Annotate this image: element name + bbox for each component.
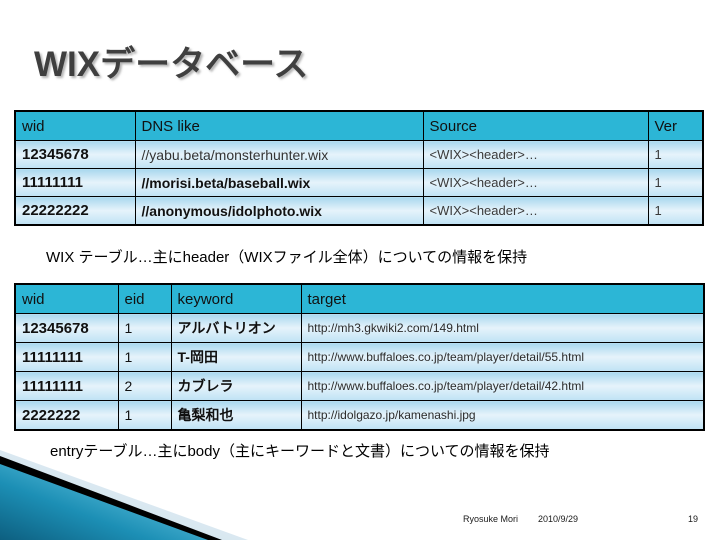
- cell-dns-like: //anonymous/idolphoto.wix: [134, 196, 424, 226]
- cell-keyword: カブレラ: [170, 371, 302, 401]
- column-header-dns-like: DNS like: [134, 110, 424, 141]
- cell-eid: 1: [117, 400, 172, 431]
- slide-corner-decoration: [0, 450, 330, 540]
- cell-target: http://www.buffaloes.co.jp/team/player/d…: [300, 342, 705, 372]
- cell-wid: 11111111: [14, 168, 136, 197]
- wix-table: wid DNS like Source Ver 12345678 //yabu.…: [14, 110, 704, 226]
- table-row: 11111111 //morisi.beta/baseball.wix <WIX…: [14, 168, 704, 197]
- cell-wid: 12345678: [14, 140, 136, 169]
- column-header-source: Source: [422, 110, 649, 141]
- cell-ver: 1: [647, 168, 704, 197]
- cell-target: http://www.buffaloes.co.jp/team/player/d…: [300, 371, 705, 401]
- page-title: WIXデータベース: [34, 45, 309, 84]
- cell-wid: 11111111: [14, 371, 119, 401]
- column-header-wid: wid: [14, 283, 119, 314]
- cell-wid: 22222222: [14, 196, 136, 226]
- table-row: 12345678 1 アルバトリオン http://mh3.gkwiki2.co…: [14, 313, 705, 343]
- cell-wid: 12345678: [14, 313, 119, 343]
- cell-dns-like: //yabu.beta/monsterhunter.wix: [134, 140, 424, 169]
- table-header-row: wid eid keyword target: [14, 283, 705, 314]
- cell-keyword: 亀梨和也: [170, 400, 302, 431]
- column-header-wid: wid: [14, 110, 136, 141]
- cell-ver: 1: [647, 196, 704, 226]
- entry-table: wid eid keyword target 12345678 1 アルバトリオ…: [14, 283, 705, 431]
- column-header-ver: Ver: [647, 110, 704, 141]
- cell-wid: 11111111: [14, 342, 119, 372]
- cell-source: <WIX><header>…: [422, 168, 649, 197]
- wix-table-caption: WIX テーブル…主にheader（WIXファイル全体）についての情報を保持: [46, 249, 528, 266]
- footer-date: 2010/9/29: [538, 514, 579, 524]
- cell-keyword: T-岡田: [170, 342, 302, 372]
- table-row: 12345678 //yabu.beta/monsterhunter.wix <…: [14, 140, 704, 169]
- cell-eid: 1: [117, 313, 172, 343]
- table-row: 11111111 1 T-岡田 http://www.buffaloes.co.…: [14, 342, 705, 372]
- cell-source: <WIX><header>…: [422, 140, 649, 169]
- entry-table-caption: entryテーブル…主にbody（主にキーワードと文書）についての情報を保持: [50, 443, 550, 460]
- column-header-keyword: keyword: [170, 283, 302, 314]
- table-row: 11111111 2 カブレラ http://www.buffaloes.co.…: [14, 371, 705, 401]
- cell-wid: 2222222: [14, 400, 119, 431]
- corner-band-graphic: [0, 450, 248, 540]
- footer-author: Ryosuke Mori: [463, 514, 519, 524]
- cell-eid: 1: [117, 342, 172, 372]
- cell-dns-like: //morisi.beta/baseball.wix: [134, 168, 424, 197]
- table-header-row: wid DNS like Source Ver: [14, 110, 704, 141]
- cell-target: http://idolgazo.jp/kamenashi.jpg: [300, 400, 705, 431]
- column-header-eid: eid: [117, 283, 172, 314]
- column-header-target: target: [300, 283, 705, 314]
- cell-source: <WIX><header>…: [422, 196, 649, 226]
- cell-ver: 1: [647, 140, 704, 169]
- cell-eid: 2: [117, 371, 172, 401]
- footer-page-number: 19: [688, 514, 699, 524]
- cell-target: http://mh3.gkwiki2.com/149.html: [300, 313, 705, 343]
- table-row: 2222222 1 亀梨和也 http://idolgazo.jp/kamena…: [14, 400, 705, 431]
- cell-keyword: アルバトリオン: [170, 313, 302, 343]
- table-row: 22222222 //anonymous/idolphoto.wix <WIX>…: [14, 196, 704, 226]
